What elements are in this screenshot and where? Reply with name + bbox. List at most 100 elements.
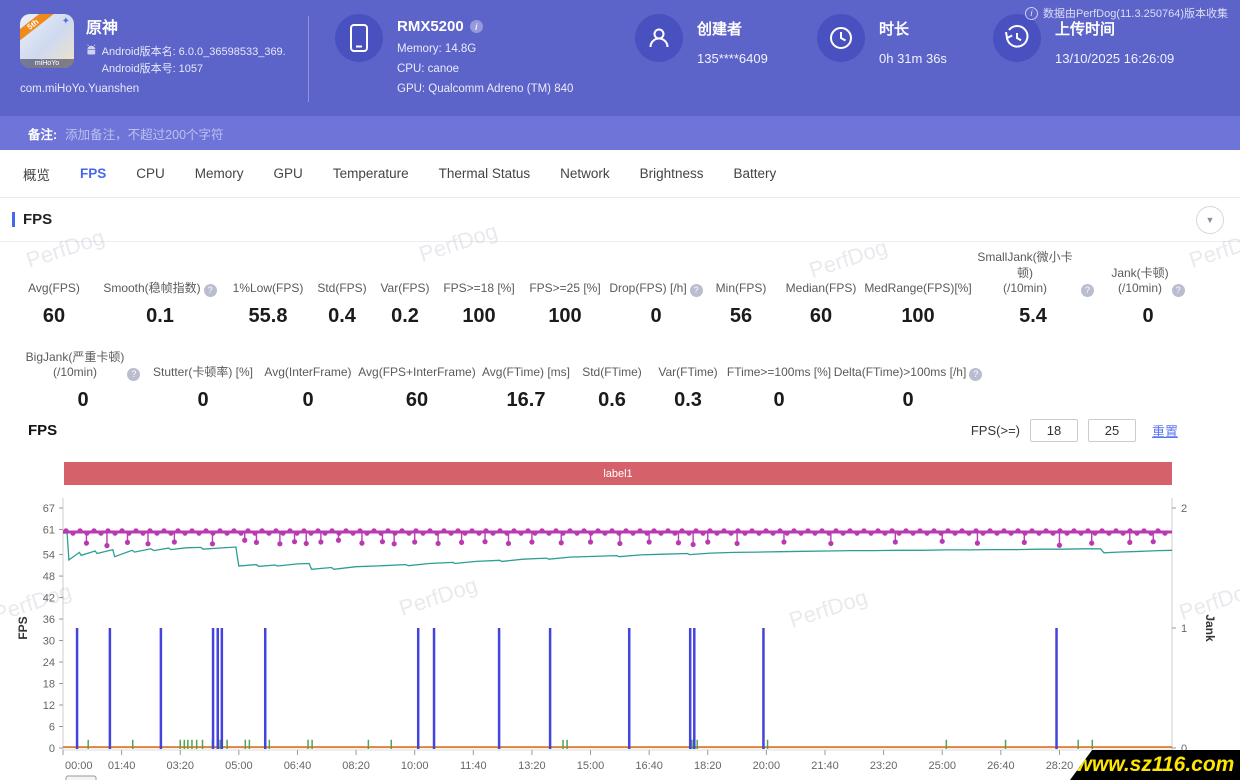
tab-brightness[interactable]: Brightness	[625, 166, 719, 181]
stat-stats1-12: Jank(卡顿) (/10min)? 0	[1094, 266, 1202, 328]
report-header: i 数据由PerfDog(11.3.250764)版本收集 5th ✦ miHo…	[0, 0, 1240, 116]
history-clock-icon	[993, 14, 1041, 62]
svg-text:0: 0	[49, 743, 55, 755]
notes-bar[interactable]: 备注: 添加备注，不超过200个字符	[0, 116, 1240, 150]
stat-value: 60	[809, 305, 833, 327]
svg-text:12: 12	[43, 700, 55, 712]
tab-gpu[interactable]: GPU	[259, 166, 318, 181]
stat-label: FPS>=25 [%]	[529, 281, 601, 296]
stat-value: 0	[773, 389, 785, 411]
stat-label: Var(FPS)	[380, 281, 430, 296]
svg-text:01:40: 01:40	[108, 760, 136, 772]
app-icon: 5th ✦ miHoYo	[20, 14, 74, 68]
user-icon	[635, 14, 683, 62]
tab-temperature[interactable]: Temperature	[318, 166, 424, 181]
stat-stats1-3: Std(FPS) 0.4	[310, 267, 374, 328]
tab-memory[interactable]: Memory	[180, 166, 259, 181]
tab-fps[interactable]: FPS	[65, 166, 121, 181]
reset-link[interactable]: 重置	[1152, 421, 1178, 440]
svg-text:05:00: 05:00	[225, 760, 253, 772]
stat-value: 0	[1142, 305, 1154, 327]
stat-label: Smooth(稳帧指数)?	[94, 267, 226, 297]
svg-text:18: 18	[43, 679, 55, 691]
device-info-icon[interactable]: i	[469, 20, 483, 33]
help-icon[interactable]: ?	[1171, 284, 1185, 297]
device-gpu: GPU: Qualcomm Adreno (TM) 840	[397, 83, 574, 96]
stat-stats1-10: MedRange(FPS)[%] 100	[864, 267, 972, 328]
tab-thermal-status[interactable]: Thermal Status	[424, 166, 546, 181]
svg-text:03:20: 03:20	[166, 760, 194, 772]
stat-value: 0.3	[674, 389, 702, 411]
android-version-code: Android版本号: 1057	[101, 63, 204, 76]
section-title: FPS	[23, 211, 53, 228]
fps-threshold-input-2[interactable]	[1087, 418, 1136, 442]
stat-stats1-2: 1%Low(FPS) 55.8	[226, 267, 310, 328]
stat-value: 56	[729, 305, 753, 327]
perfdog-report-page: i 数据由PerfDog(11.3.250764)版本收集 5th ✦ miHo…	[0, 0, 1240, 780]
stat-label: Std(FTime)	[582, 365, 642, 380]
stat-label: Delta(FTime)>100ms [/h]?	[832, 351, 984, 381]
duration-block: 时长 0h 31m 36s	[817, 14, 993, 66]
fps-chart-area: 0 6 12 18 24 30 36 42 48 54 61 67 0 1 2 00:00 01:40 03:20…	[0, 448, 1240, 780]
svg-text:21:40: 21:40	[811, 760, 839, 772]
duration-label: 时长	[879, 21, 910, 38]
tab-battery[interactable]: Battery	[718, 166, 791, 181]
stat-label: Std(FPS)	[317, 281, 367, 296]
fps-threshold-input-1[interactable]	[1029, 418, 1078, 442]
svg-text:30: 30	[43, 636, 55, 648]
stat-stats1-7: Drop(FPS) [/h]? 0	[608, 267, 704, 328]
fps-section-header: FPS ▼	[0, 198, 1240, 242]
upload-time-label: 上传时间	[1055, 21, 1116, 38]
fps-chart-svg: 061218243036424854616701200:00 01:40 03:20…	[16, 498, 1217, 780]
stat-value: 100	[548, 305, 582, 327]
stat-stats1-9: Median(FPS) 60	[778, 267, 864, 328]
header-divider	[308, 16, 309, 102]
notes-placeholder: 添加备注，不超过200个字符	[65, 127, 224, 142]
stat-label: SmallJank(微小卡顿) (/10min)?	[972, 250, 1094, 297]
collapse-button[interactable]: ▼	[1196, 205, 1224, 234]
help-icon[interactable]: ?	[969, 368, 983, 381]
fps-threshold-label: FPS(>=)	[970, 422, 1020, 438]
help-icon[interactable]: ?	[203, 284, 217, 297]
stat-stats2-4: Avg(FTime) [ms] 16.7	[478, 351, 574, 412]
stat-stats2-8: Delta(FTime)>100ms [/h]? 0	[832, 351, 984, 412]
svg-text:18:20: 18:20	[694, 760, 722, 772]
stat-label: FPS>=18 [%]	[443, 281, 515, 296]
stat-stats1-8: Min(FPS) 56	[704, 267, 778, 328]
stat-value: 0	[902, 389, 914, 411]
stat-label: Var(FTime)	[658, 365, 718, 380]
help-icon[interactable]: ?	[689, 284, 703, 297]
device-block: RMX5200 i Memory: 14.8G CPU: canoe GPU: …	[335, 14, 635, 99]
stat-stats1-6: FPS>=25 [%] 100	[522, 267, 608, 328]
anniversary-badge: 5th	[20, 14, 59, 46]
tab-概览[interactable]: 概览	[8, 164, 65, 184]
collect-note-text: 数据由PerfDog(11.3.250764)版本收集	[1042, 8, 1228, 20]
stat-label: Avg(FPS+InterFrame)	[358, 365, 476, 380]
chart-title: FPS	[28, 421, 58, 439]
svg-text:2: 2	[1181, 503, 1187, 515]
stat-value: 5.4	[1019, 305, 1047, 327]
site-watermark-text: www.sz116.com	[1075, 753, 1235, 776]
stat-label: Avg(FPS)	[28, 281, 80, 296]
svg-text:23:20: 23:20	[870, 760, 898, 772]
package-name: com.miHoYo.Yuanshen	[20, 83, 140, 96]
svg-text:10:00: 10:00	[401, 760, 429, 772]
stat-stats1-4: Var(FPS) 0.2	[374, 267, 436, 328]
series-jank	[75, 628, 1058, 749]
tab-network[interactable]: Network	[545, 166, 625, 181]
accent-bar	[12, 212, 15, 227]
stat-label: Drop(FPS) [/h]?	[608, 267, 704, 297]
help-icon[interactable]: ?	[1081, 284, 1094, 297]
help-icon[interactable]: ?	[127, 368, 141, 381]
android-icon	[87, 44, 96, 55]
series-fps-trend	[63, 532, 1173, 570]
svg-text:67: 67	[43, 503, 55, 515]
tab-cpu[interactable]: CPU	[121, 166, 180, 181]
stat-stats1-11: SmallJank(微小卡顿) (/10min)? 5.4	[972, 250, 1094, 328]
chevron-down-icon: ▼	[1205, 214, 1215, 225]
svg-text:11:40: 11:40	[460, 760, 487, 772]
stat-value: 0.4	[328, 305, 356, 327]
stat-value: 0.2	[391, 305, 419, 327]
svg-text:25:00: 25:00	[928, 760, 956, 772]
creator-block: 创建者 135****6409	[635, 14, 817, 66]
